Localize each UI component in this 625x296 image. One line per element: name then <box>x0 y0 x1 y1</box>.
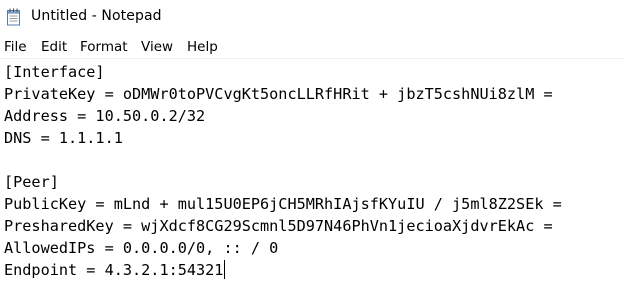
text-caret <box>224 260 226 279</box>
title-bar: Untitled - Notepad <box>0 0 625 34</box>
menu-file[interactable]: File <box>4 39 27 55</box>
menu-bar: File Edit Format View Help <box>0 36 625 58</box>
editor-line: PresharedKey = wjXdcf8CG29Scmnl5D97N46Ph… <box>4 217 553 235</box>
editor-line-last: Endpoint = 4.3.2.1:54321 <box>4 259 226 281</box>
editor-line: DNS = 1.1.1.1 <box>4 129 123 147</box>
editor-line: PublicKey = mLnd + mul15U0EP6jCH5MRhIAjs… <box>4 195 562 213</box>
menu-view[interactable]: View <box>141 39 173 55</box>
editor-line: [Interface] <box>4 63 105 81</box>
notepad-icon <box>7 8 20 26</box>
editor-line-text: Endpoint = 4.3.2.1:54321 <box>4 261 224 279</box>
editor-line: [Peer] <box>4 173 59 191</box>
editor-line: AllowedIPs = 0.0.0.0/0, :: / 0 <box>4 239 279 257</box>
editor-line: Address = 10.50.0.2/32 <box>4 107 206 125</box>
menu-format[interactable]: Format <box>80 39 128 55</box>
menu-help[interactable]: Help <box>187 39 218 55</box>
editor-line: PrivateKey = oDMWr0toPVCvgKt5oncLLRfHRit… <box>4 85 553 103</box>
text-editor[interactable]: [Interface] PrivateKey = oDMWr0toPVCvgKt… <box>0 58 625 296</box>
window-title: Untitled - Notepad <box>31 8 162 24</box>
menu-edit[interactable]: Edit <box>41 39 67 55</box>
